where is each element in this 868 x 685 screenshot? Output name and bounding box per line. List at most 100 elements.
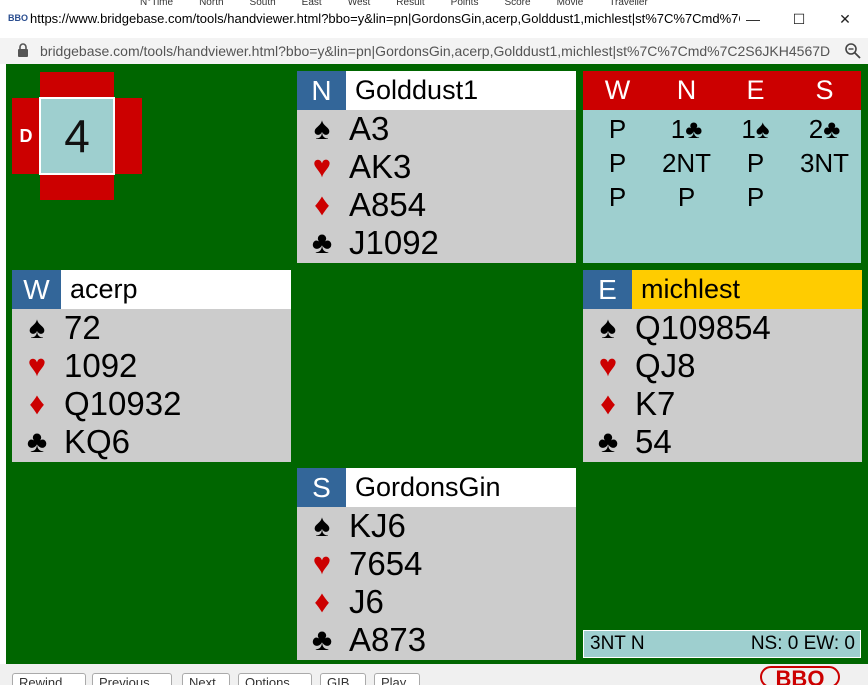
bg-header-traveller: Traveller [609,0,648,8]
control-bar: Rewind Previous Next Options GIB Play BB… [0,664,868,685]
club-icon: ♣ [26,424,48,459]
maximize-button[interactable]: ☐ [776,4,822,34]
cards-diamonds[interactable]: K7 [635,385,675,423]
cards-spades[interactable]: 72 [64,309,101,347]
contract-status-bar: 3NT N NS: 0 EW: 0 [583,630,861,658]
cards-hearts[interactable]: AK3 [349,148,411,186]
hand-west: W acerp ♠ 72 ♥ 1092 ♦ Q10932 ♣ KQ6 [12,270,291,462]
bid-header-north: N [676,75,697,105]
cards-hearts[interactable]: 1092 [64,347,137,385]
vulnerability-south [40,174,114,200]
suit-row-hearts: ♥ 1092 [12,347,291,385]
club-icon: ♣ [311,622,333,657]
cards-hearts[interactable]: QJ8 [635,347,696,385]
player-name[interactable]: michlest [641,270,740,309]
bbo-logo: BBO [760,666,840,685]
hand-east: E michlest ♠ Q109854 ♥ QJ8 ♦ K7 ♣ 54 [583,270,862,462]
spade-icon: ♠ [28,310,46,345]
player-name[interactable]: GordonsGin [355,468,501,507]
bidding-box: W N E S P 1♣ 1♠ 2♣ P 2NT P 3NT P P P [583,71,861,263]
suit-row-hearts: ♥ AK3 [297,148,576,186]
suit-row-clubs: ♣ KQ6 [12,423,291,461]
cards-spades[interactable]: KJ6 [349,507,406,545]
address-bar[interactable]: bridgebase.com/tools/handviewer.html?bbo… [0,38,868,64]
cards-hearts[interactable]: 7654 [349,545,422,583]
seat-badge: S [297,468,346,507]
club-icon: ♣ [311,225,333,260]
bid-cell: P [677,182,696,212]
bg-header-result: Result [396,0,425,8]
hand-header: N Golddust1 [297,71,576,110]
gib-button[interactable]: GIB [320,673,366,685]
seat-badge: W [12,270,61,309]
previous-button[interactable]: Previous [92,673,172,685]
play-button[interactable]: Play [374,673,420,685]
suit-row-clubs: ♣ J1092 [297,224,576,262]
heart-icon: ♥ [312,149,332,184]
bg-header-south: South [249,0,276,8]
vulnerability-north [40,72,114,98]
bid-cell: P [608,114,627,144]
spade-icon: ♠ [599,310,617,345]
bid-cell: 2♣ [808,114,841,144]
suit-row-spades: ♠ KJ6 [297,507,576,545]
heart-icon: ♥ [312,546,332,581]
hand-cards: ♠ Q109854 ♥ QJ8 ♦ K7 ♣ 54 [583,309,862,462]
bg-header-points: Points [450,0,479,8]
cards-spades[interactable]: A3 [349,110,389,148]
cards-diamonds[interactable]: Q10932 [64,385,181,423]
bid-header-east: E [746,75,765,105]
cards-diamonds[interactable]: A854 [349,186,426,224]
bid-cell: P [746,148,765,178]
bid-header-west: W [604,75,631,105]
suit-row-diamonds: ♦ J6 [297,583,576,621]
hand-cards: ♠ 72 ♥ 1092 ♦ Q10932 ♣ KQ6 [12,309,291,462]
hand-header: E michlest [583,270,862,309]
cards-spades[interactable]: Q109854 [635,309,771,347]
bid-cell: 1♣ [670,114,703,144]
diamond-icon: ♦ [600,386,616,421]
title-bar: N°Time North South East West Result Points Scor… [0,0,868,38]
cards-clubs[interactable]: J1092 [349,224,439,262]
suit-row-spades: ♠ Q109854 [583,309,862,347]
window-title: https://www.bridgebase.com/tools/handvie… [30,11,740,26]
cards-diamonds[interactable]: J6 [349,583,384,621]
heart-icon: ♥ [598,348,618,383]
background-window-headers: N°Time North South East West Result Points Scor… [140,0,674,8]
suit-row-diamonds: ♦ A854 [297,186,576,224]
minimize-button[interactable]: — [730,4,776,34]
bg-header-time: N°Time [140,0,174,8]
bidding-header: W N E S [583,71,861,110]
suit-row-diamonds: ♦ K7 [583,385,862,423]
hand-header: S GordonsGin [297,468,576,507]
hand-north: N Golddust1 ♠ A3 ♥ AK3 ♦ A854 ♣ J1092 [297,71,576,263]
bg-header-east: East [301,0,322,8]
club-icon: ♣ [597,424,619,459]
seat-badge: N [297,71,346,110]
suit-row-hearts: ♥ 7654 [297,545,576,583]
next-button[interactable]: Next [182,673,230,685]
zoom-icon[interactable] [844,42,862,60]
cards-clubs[interactable]: KQ6 [64,423,130,461]
rewind-button[interactable]: Rewind [12,673,86,685]
suit-row-diamonds: ♦ Q10932 [12,385,291,423]
hand-cards: ♠ A3 ♥ AK3 ♦ A854 ♣ J1092 [297,110,576,263]
cards-clubs[interactable]: 54 [635,423,672,461]
close-button[interactable]: ✕ [822,4,868,34]
bbo-favicon-icon: BBO [8,13,28,23]
hand-header: W acerp [12,270,291,309]
suit-row-spades: ♠ 72 [12,309,291,347]
player-name[interactable]: acerp [70,270,138,309]
bid-cell: P [746,182,765,212]
board-number: 4 [39,97,115,175]
seat-badge: E [583,270,632,309]
options-button[interactable]: Options [238,673,312,685]
bid-cell: 1♠ [741,114,770,144]
url-text[interactable]: bridgebase.com/tools/handviewer.html?bbo… [40,42,830,60]
cards-clubs[interactable]: A873 [349,621,426,659]
player-name[interactable]: Golddust1 [355,71,478,110]
score-text: NS: 0 EW: 0 [750,633,855,654]
bg-header-movie: Movie [556,0,584,8]
bid-header-south: S [815,75,834,105]
board-indicator: D 4 [12,72,142,200]
